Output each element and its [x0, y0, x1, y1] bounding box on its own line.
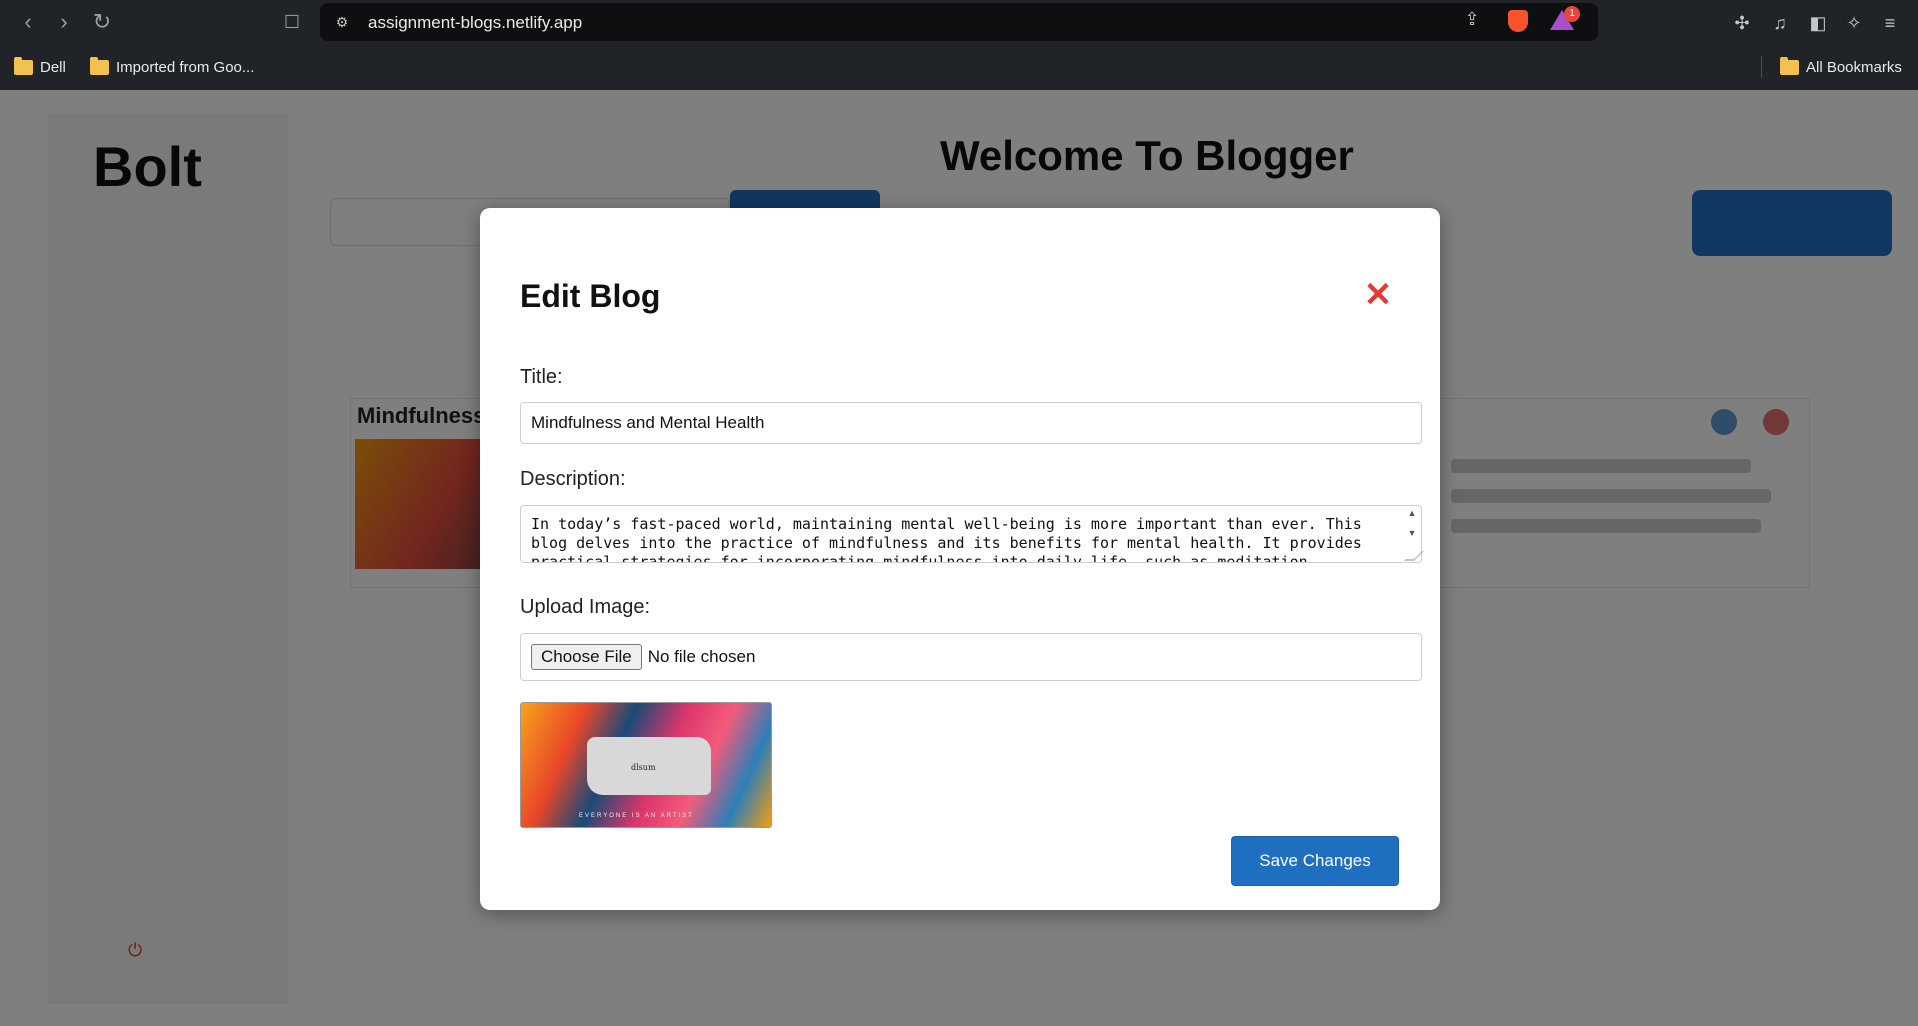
save-changes-button[interactable]: Save Changes — [1231, 836, 1399, 886]
preview-center-text: dlsum — [631, 763, 656, 772]
title-input[interactable] — [520, 402, 1422, 444]
description-textarea[interactable]: In today’s fast-paced world, maintaining… — [520, 505, 1422, 563]
upload-image-label: Upload Image: — [520, 596, 651, 618]
modal-title: Edit Blog — [520, 278, 661, 314]
sidebar-icon[interactable]: ◧ — [1806, 11, 1830, 35]
scroll-down-icon[interactable]: ▼ — [1405, 527, 1419, 539]
folder-icon — [90, 56, 109, 75]
browser-toolbar: ‹ › ↻ ☐ ⚙ assignment-blogs.netlify.app ⇪… — [0, 0, 1918, 44]
all-bookmarks-label: All Bookmarks — [1806, 58, 1902, 76]
title-label: Title: — [520, 366, 563, 388]
media-icon[interactable]: ♫ — [1768, 11, 1792, 35]
all-bookmarks[interactable]: All Bookmarks — [1780, 56, 1902, 78]
folder-icon — [1780, 56, 1799, 75]
site-info-icon[interactable]: ⚙ — [332, 12, 352, 32]
preview-caption: EVERYONE IS AN ARTIST — [579, 813, 694, 819]
menu-icon[interactable]: ≡ — [1878, 11, 1902, 35]
back-icon[interactable]: ‹ — [14, 8, 42, 36]
edit-blog-modal: Edit Blog ✕ Title: Description: In today… — [480, 208, 1440, 910]
description-label: Description: — [520, 468, 626, 490]
scroll-up-icon[interactable]: ▲ — [1405, 507, 1419, 519]
choose-file-button[interactable]: Choose File — [531, 644, 642, 670]
bookmarks-bar: Dell Imported from Goo... All Bookmarks — [0, 52, 1918, 82]
reload-icon[interactable]: ↻ — [88, 8, 116, 36]
notification-badge: 1 — [1564, 6, 1580, 22]
file-input[interactable]: Choose File No file chosen — [520, 633, 1422, 681]
bookmark-icon[interactable]: ☐ — [278, 8, 306, 36]
image-preview: dlsum EVERYONE IS AN ARTIST — [520, 702, 772, 828]
bookmark-imported[interactable]: Imported from Goo... — [90, 56, 254, 78]
file-status-text: No file chosen — [647, 647, 756, 666]
url-text: assignment-blogs.netlify.app — [368, 13, 583, 32]
bookmark-label: Dell — [40, 58, 66, 76]
leo-ai-icon[interactable]: ✧ — [1842, 11, 1866, 35]
bookmarks-divider — [1761, 56, 1762, 78]
share-icon[interactable]: ⇪ — [1460, 8, 1484, 30]
forward-icon[interactable]: › — [50, 8, 78, 36]
address-bar[interactable]: ⚙ assignment-blogs.netlify.app — [320, 3, 1598, 41]
folder-icon — [14, 56, 33, 75]
bookmark-dell[interactable]: Dell — [14, 56, 66, 78]
bookmark-label: Imported from Goo... — [116, 58, 255, 76]
close-icon[interactable]: ✕ — [1363, 278, 1393, 312]
brave-shields-icon[interactable] — [1508, 10, 1528, 32]
extensions-icon[interactable]: ✣ — [1730, 11, 1754, 35]
browser-chrome: ‹ › ↻ ☐ ⚙ assignment-blogs.netlify.app ⇪… — [0, 0, 1918, 90]
